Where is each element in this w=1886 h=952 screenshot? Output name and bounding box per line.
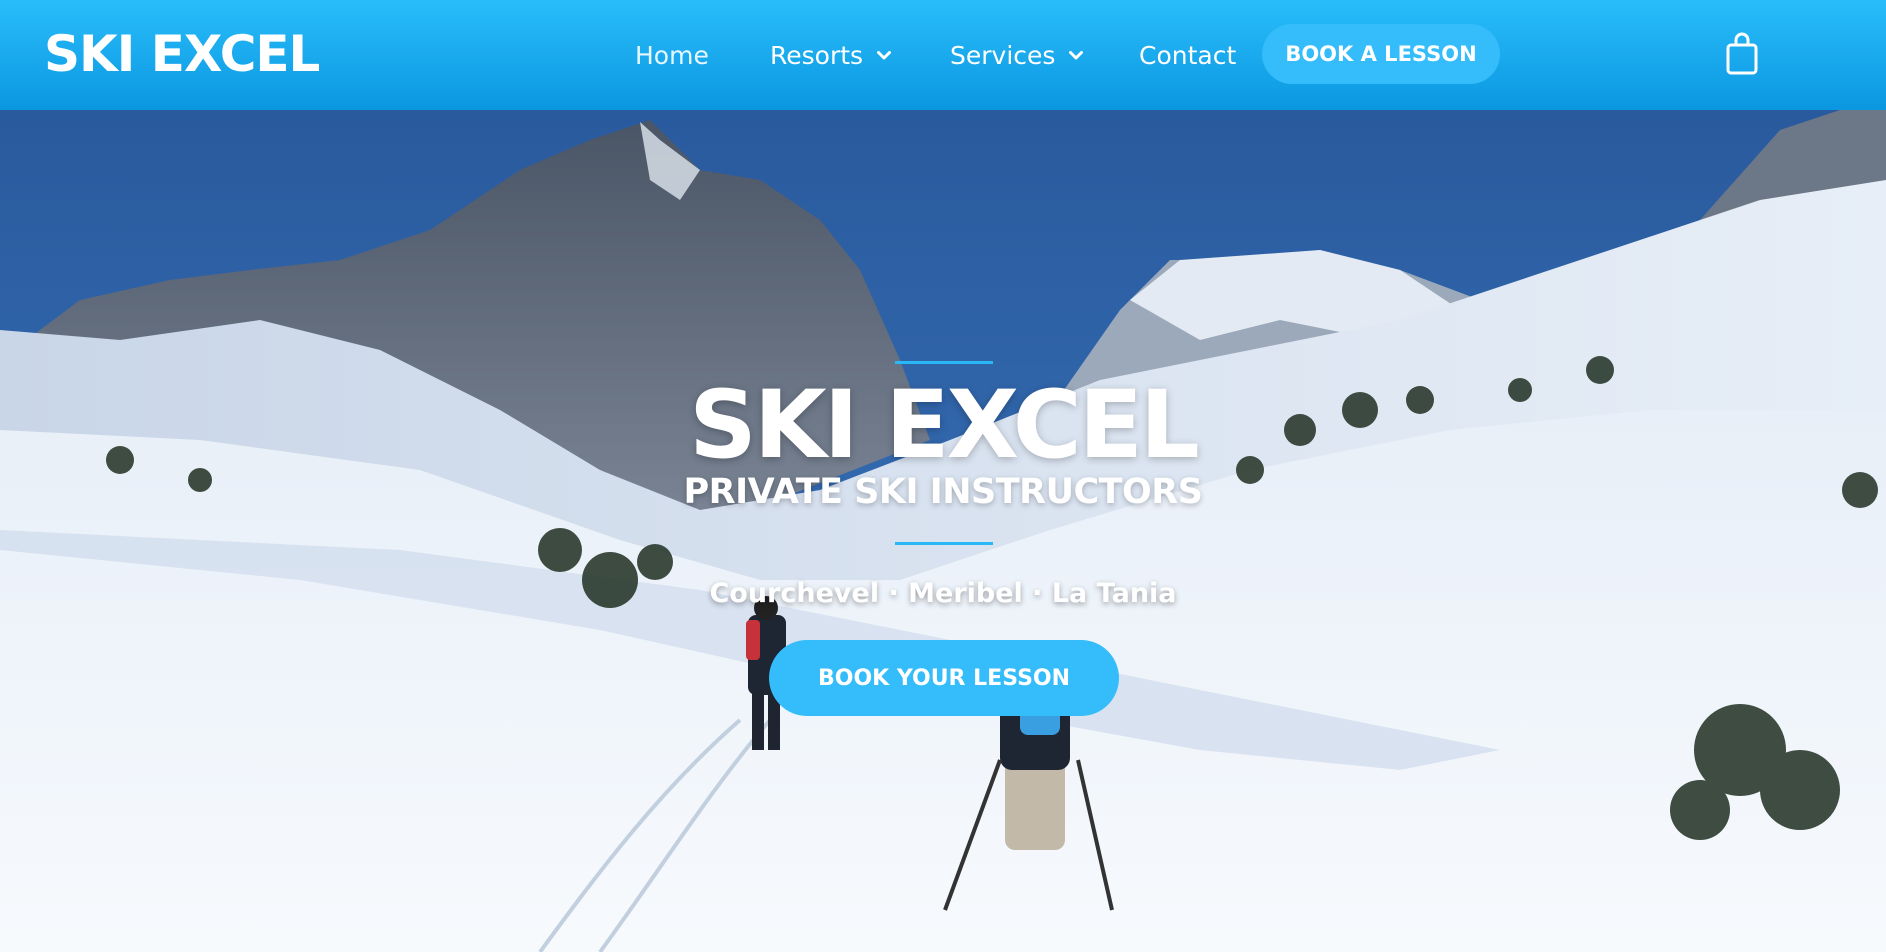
nav-home-label: Home (635, 41, 709, 70)
book-a-lesson-button[interactable]: BOOK A LESSON (1262, 24, 1500, 84)
chevron-down-icon (877, 51, 892, 61)
hero-subtitle: PRIVATE SKI INSTRUCTORS (683, 472, 1203, 512)
site-logo[interactable]: SKI EXCEL (44, 24, 320, 84)
hero-accent-line-bottom (895, 542, 993, 545)
hero-title: SKI EXCEL (689, 371, 1200, 480)
nav-services[interactable]: Services (950, 36, 1084, 76)
site-header: SKI EXCEL Home Resorts Services Contact … (0, 0, 1886, 110)
nav-resorts-label: Resorts (770, 41, 864, 70)
hero-accent-line-top (895, 361, 993, 364)
nav-resorts[interactable]: Resorts (770, 36, 892, 76)
hero-section: SKI EXCEL PRIVATE SKI INSTRUCTORS Courch… (0, 110, 1886, 952)
book-your-lesson-button[interactable]: BOOK YOUR LESSON (769, 640, 1119, 716)
nav-contact-label: Contact (1139, 41, 1237, 70)
nav-services-label: Services (950, 41, 1056, 70)
chevron-down-icon (1069, 51, 1084, 61)
hero-locations: Courchevel · Meribel · La Tania (709, 578, 1177, 609)
nav-contact[interactable]: Contact (1139, 36, 1236, 76)
shopping-bag-icon[interactable] (1725, 32, 1759, 76)
nav-home[interactable]: Home (635, 36, 709, 76)
hero-background-image (0, 110, 1886, 952)
